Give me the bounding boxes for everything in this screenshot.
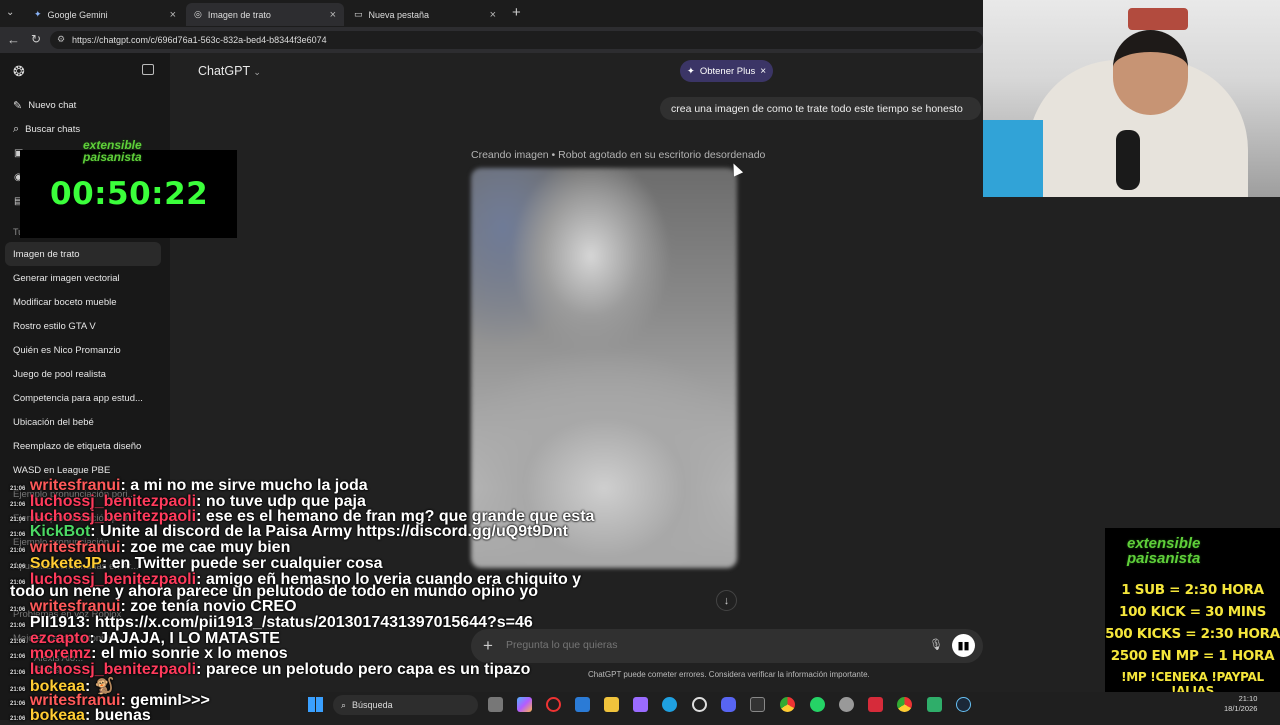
- taskbar-search[interactable]: ⌕ Búsqueda: [333, 695, 478, 715]
- tab-label: Imagen de trato: [207, 9, 271, 20]
- webcam-microphone: [1116, 130, 1140, 190]
- edge-icon[interactable]: [662, 697, 677, 712]
- brand-logo-text: paisanista: [83, 150, 142, 164]
- openai-logo-icon[interactable]: ❂: [13, 63, 25, 80]
- windows-start-icon[interactable]: [308, 697, 323, 712]
- webcam-person-head: [1113, 30, 1188, 115]
- tab-nueva-pestana[interactable]: ▭ Nueva pestaña ×: [346, 3, 504, 26]
- tab-list-button[interactable]: ⌄: [6, 7, 14, 18]
- goal-line: 2500 EN MP = 1 HORA: [1110, 648, 1275, 664]
- opera-icon[interactable]: [546, 697, 561, 712]
- disclaimer-text: ChatGPT puede cometer errores. Considera…: [588, 670, 870, 679]
- sidebar-item-chat[interactable]: Ubicación del bebé: [13, 417, 94, 428]
- sidebar-item-chat[interactable]: Reemplazo de etiqueta diseño: [13, 441, 141, 452]
- goal-line: 500 KICKS = 2:30 HORA: [1105, 626, 1280, 642]
- gemini-icon: ✦: [34, 9, 42, 19]
- sidebar-item-chat[interactable]: Quién es Nico Promanzio: [13, 345, 121, 356]
- sidebar-item-chat[interactable]: Rostro estilo GTA V: [13, 321, 96, 332]
- message-input[interactable]: [506, 639, 906, 651]
- clock-time: 21:10: [1238, 694, 1258, 703]
- new-chat-label: Nuevo chat: [28, 100, 77, 111]
- user-message-text: crea una imagen de como te trate todo es…: [671, 102, 963, 115]
- sparkle-icon: ✦: [686, 65, 695, 77]
- tab-label: Google Gemini: [47, 9, 108, 20]
- tab-close-icon[interactable]: ×: [330, 9, 336, 21]
- red-app-icon[interactable]: [868, 697, 883, 712]
- back-icon[interactable]: ←: [7, 32, 20, 47]
- taskbar-search-label: Búsqueda: [352, 700, 393, 710]
- scroll-down-button[interactable]: ↓: [716, 590, 737, 611]
- tab-google-gemini[interactable]: ✦ Google Gemini ×: [26, 3, 184, 26]
- chrome-icon[interactable]: [780, 697, 795, 712]
- sidebar-item-chat[interactable]: WASD en League PBE: [13, 465, 110, 476]
- arrow-down-icon: ↓: [723, 594, 730, 607]
- sidebar-item-chat[interactable]: Competencia para app estud...: [13, 393, 143, 404]
- sidebar-toggle-icon[interactable]: [142, 64, 154, 75]
- page-icon: ▭: [354, 9, 363, 19]
- microphone-icon[interactable]: 🎙: [929, 638, 943, 651]
- browser-tab-bar: ⌄ ✦ Google Gemini × ◎ Imagen de trato × …: [0, 0, 983, 27]
- edit-icon: ✎: [13, 100, 23, 112]
- chatgpt-icon: ◎: [194, 9, 202, 19]
- terminal-icon[interactable]: [750, 697, 765, 712]
- brand-logo-text: paisanista: [1127, 550, 1201, 567]
- folder-app-icon[interactable]: [927, 697, 942, 712]
- tab-imagen-de-trato[interactable]: ◎ Imagen de trato ×: [186, 3, 344, 26]
- site-info-icon[interactable]: ⚙: [57, 34, 65, 45]
- webcam-shelf: [1128, 8, 1188, 30]
- taskbar-clock[interactable]: 21:10 18/1/2026: [1224, 694, 1257, 714]
- sidebar-item-chat[interactable]: Imagen de trato: [13, 249, 80, 260]
- new-tab-button[interactable]: +: [512, 4, 521, 21]
- search-icon: ⌕: [341, 699, 347, 710]
- sidebar-item-chat[interactable]: Juego de pool realista: [13, 369, 106, 380]
- pen-app-icon[interactable]: [633, 697, 648, 712]
- clock-date: 18/1/2026: [1224, 704, 1258, 713]
- copilot-icon[interactable]: [517, 697, 532, 712]
- get-plus-label: Obtener Plus: [699, 65, 756, 77]
- chat-message: 21:06 bokeaa: buenas: [10, 707, 151, 724]
- attach-plus-icon[interactable]: +: [483, 636, 493, 656]
- settings-icon[interactable]: [839, 697, 854, 712]
- image-generation-status: Creando imagen • Robot agotado en su esc…: [471, 149, 766, 161]
- search-chats-button[interactable]: ⌕ Buscar chats: [13, 123, 80, 136]
- steam-icon[interactable]: [956, 697, 971, 712]
- tab-close-icon[interactable]: ×: [490, 9, 496, 21]
- webcam-feed: [983, 0, 1280, 197]
- sidebar-item-chat[interactable]: Generar imagen vectorial: [13, 273, 120, 284]
- search-chats-label: Buscar chats: [25, 124, 81, 135]
- model-name: ChatGPT: [198, 64, 250, 78]
- search-icon: ⌕: [13, 123, 20, 135]
- waveform-icon: ▮▮: [957, 640, 970, 652]
- voice-mode-button[interactable]: ▮▮: [952, 634, 975, 657]
- goal-line: 100 KICK = 30 MINS: [1118, 604, 1266, 620]
- task-view-icon[interactable]: [488, 697, 503, 712]
- sidebar-item-chat[interactable]: Modificar boceto mueble: [13, 297, 117, 308]
- github-icon[interactable]: [692, 697, 707, 712]
- user-message-bubble: crea una imagen de como te trate todo es…: [660, 97, 981, 120]
- goal-line: 1 SUB = 2:30 HORA: [1121, 582, 1264, 598]
- url-text: https://chatgpt.com/c/696d76a1-563c-832a…: [72, 35, 327, 45]
- file-explorer-icon[interactable]: [604, 697, 619, 712]
- url-field[interactable]: ⚙ https://chatgpt.com/c/696d76a1-563c-83…: [50, 31, 983, 49]
- reload-icon[interactable]: ↻: [31, 32, 41, 46]
- store-icon[interactable]: [575, 697, 590, 712]
- stream-timer: 00:50:22: [50, 176, 209, 212]
- close-icon[interactable]: ×: [760, 66, 766, 77]
- chevron-down-icon: ⌄: [253, 67, 261, 77]
- tab-label: Nueva pestaña: [368, 9, 430, 20]
- chrome-profile-icon[interactable]: [897, 697, 912, 712]
- model-selector[interactable]: ChatGPT ⌄: [198, 64, 261, 78]
- whatsapp-icon[interactable]: [810, 697, 825, 712]
- webcam-chair: [983, 120, 1043, 197]
- get-plus-button[interactable]: ✦ Obtener Plus ×: [680, 60, 773, 82]
- tab-close-icon[interactable]: ×: [170, 9, 176, 21]
- discord-icon[interactable]: [721, 697, 736, 712]
- new-chat-button[interactable]: ✎ Nuevo chat: [13, 99, 76, 112]
